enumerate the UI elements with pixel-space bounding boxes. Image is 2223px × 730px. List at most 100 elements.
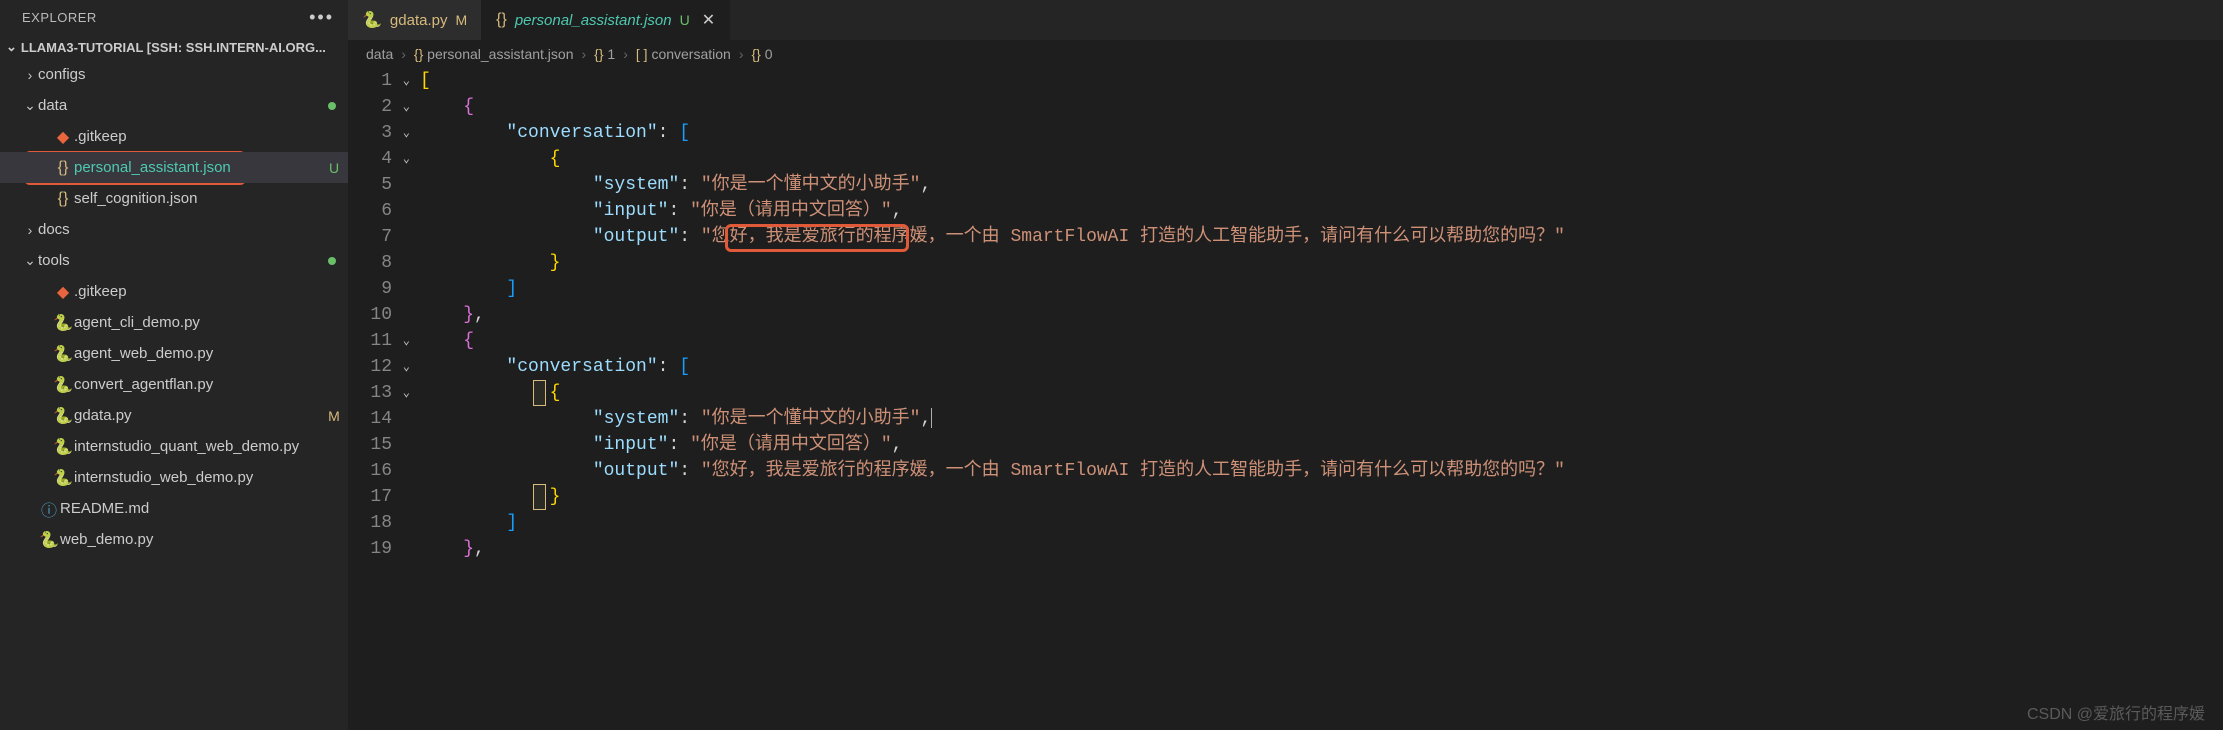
file-tree: ›configs⌄data◆.gitkeep{}personal_assista… — [0, 59, 348, 555]
breadcrumb-item[interactable]: {} 1 — [594, 46, 615, 62]
file-convert_agentflan.py[interactable]: 🐍convert_agentflan.py — [0, 369, 348, 400]
file-label: self_cognition.json — [74, 190, 348, 207]
folder-configs[interactable]: ›configs — [0, 59, 348, 90]
line-number: 15 — [370, 432, 392, 458]
code-line[interactable]: "input": "你是（请用中文回答）", — [420, 198, 2223, 224]
file-self_cognition.json[interactable]: {}self_cognition.json — [0, 183, 348, 214]
file-personal_assistant.json[interactable]: {}personal_assistant.jsonU — [0, 152, 348, 183]
fold-icon[interactable]: ⌄ — [398, 354, 410, 380]
code-line[interactable]: "output": "您好，我是爱旅行的程序媛，一个由 SmartFlowAI … — [420, 458, 2223, 484]
fold-icon[interactable]: ⌄ — [398, 146, 410, 172]
file-web_demo.py[interactable]: 🐍web_demo.py — [0, 524, 348, 555]
breadcrumb-item[interactable]: data — [366, 46, 393, 62]
breadcrumb-item[interactable]: {} personal_assistant.json — [414, 46, 574, 62]
code-line[interactable]: "input": "你是（请用中文回答）", — [420, 432, 2223, 458]
file-label: .gitkeep — [74, 128, 348, 145]
line-number: 1 — [381, 68, 392, 94]
code-editor[interactable]: 1⌄2⌄3⌄4⌄567891011⌄12⌄13⌄141516171819 [ {… — [348, 68, 2223, 730]
fold-icon[interactable]: ⌄ — [398, 328, 410, 354]
tab-personal_assistant.json[interactable]: {}personal_assistant.jsonU✕ — [482, 0, 730, 40]
fold-icon[interactable]: ⌄ — [398, 68, 410, 94]
editor-area: 🐍gdata.pyM{}personal_assistant.jsonU✕ da… — [348, 0, 2223, 730]
line-number: 2 — [381, 94, 392, 120]
file-label: README.md — [60, 500, 348, 517]
code-line[interactable]: [ — [420, 68, 2223, 94]
tab-label: personal_assistant.json — [515, 12, 672, 29]
py-file-icon: 🐍 — [52, 344, 74, 364]
file-internstudio_web_demo.py[interactable]: 🐍internstudio_web_demo.py — [0, 462, 348, 493]
git-file-icon: ◆ — [52, 127, 74, 147]
code-line[interactable]: "system": "你是一个懂中文的小助手", — [420, 406, 2223, 432]
project-header[interactable]: ⌄ LLAMA3-TUTORIAL [SSH: SSH.INTERN-AI.OR… — [0, 35, 348, 59]
file-agent_web_demo.py[interactable]: 🐍agent_web_demo.py — [0, 338, 348, 369]
code-content[interactable]: [ { "conversation": [ { "system": "你是一个懂… — [420, 68, 2223, 730]
code-line[interactable]: ] — [420, 276, 2223, 302]
code-line[interactable]: { — [420, 146, 2223, 172]
breadcrumb-separator-icon: › — [401, 46, 406, 62]
code-line[interactable]: }, — [420, 536, 2223, 562]
file-internstudio_quant_web_demo.py[interactable]: 🐍internstudio_quant_web_demo.py — [0, 431, 348, 462]
code-line[interactable]: ] — [420, 510, 2223, 536]
explorer-more-icon[interactable]: ••• — [309, 7, 334, 28]
code-line[interactable]: "conversation": [ — [420, 354, 2223, 380]
breadcrumb-label: data — [366, 46, 393, 62]
line-number: 5 — [381, 172, 392, 198]
code-line[interactable]: } — [420, 250, 2223, 276]
file-label: convert_agentflan.py — [74, 376, 348, 393]
file-.gitkeep[interactable]: ◆.gitkeep — [0, 276, 348, 307]
file-README.md[interactable]: ⓘREADME.md — [0, 493, 348, 524]
modified-dot-icon — [328, 102, 336, 110]
code-line[interactable]: "conversation": [ — [420, 120, 2223, 146]
breadcrumb-item[interactable]: [ ] conversation — [636, 46, 731, 62]
folder-data[interactable]: ⌄data — [0, 90, 348, 121]
breadcrumb-label: personal_assistant.json — [427, 46, 573, 62]
tab-label: gdata.py — [390, 12, 448, 29]
fold-icon[interactable]: ⌄ — [398, 380, 410, 406]
line-number: 18 — [370, 510, 392, 536]
line-number: 10 — [370, 302, 392, 328]
modified-dot-icon — [328, 257, 336, 265]
folder-tools[interactable]: ⌄tools — [0, 245, 348, 276]
code-line[interactable]: }, — [420, 302, 2223, 328]
code-line[interactable]: { — [420, 328, 2223, 354]
code-line[interactable]: { — [420, 94, 2223, 120]
tab-gdata.py[interactable]: 🐍gdata.pyM — [348, 0, 482, 40]
close-icon[interactable]: ✕ — [702, 10, 715, 30]
code-line[interactable]: "output": "您好，我是爱旅行的程序媛，一个由 SmartFlowAI … — [420, 224, 2223, 250]
breadcrumb-icon: {} — [594, 46, 603, 62]
file-label: internstudio_quant_web_demo.py — [74, 438, 348, 455]
code-line[interactable]: { — [420, 380, 2223, 406]
file-gdata.py[interactable]: 🐍gdata.pyM — [0, 400, 348, 431]
line-number: 7 — [381, 224, 392, 250]
py-file-icon: 🐍 — [52, 437, 74, 457]
line-number: 6 — [381, 198, 392, 224]
folder-label: tools — [38, 252, 328, 269]
file-label: agent_web_demo.py — [74, 345, 348, 362]
line-gutter: 1⌄2⌄3⌄4⌄567891011⌄12⌄13⌄141516171819 — [348, 68, 420, 730]
breadcrumb-icon: {} — [414, 46, 423, 62]
vcs-badge: U — [320, 160, 348, 176]
breadcrumb[interactable]: data›{} personal_assistant.json›{} 1›[ ]… — [348, 40, 2223, 68]
line-number: 3 — [381, 120, 392, 146]
file-label: gdata.py — [74, 407, 320, 424]
file-.gitkeep[interactable]: ◆.gitkeep — [0, 121, 348, 152]
tab-status: M — [455, 12, 467, 28]
fold-icon[interactable]: ⌄ — [398, 120, 410, 146]
file-label: .gitkeep — [74, 283, 348, 300]
code-line[interactable]: } — [420, 484, 2223, 510]
project-name: LLAMA3-TUTORIAL [SSH: SSH.INTERN-AI.ORG.… — [21, 40, 326, 55]
folder-docs[interactable]: ›docs — [0, 214, 348, 245]
breadcrumb-separator-icon: › — [581, 46, 586, 62]
line-number: 16 — [370, 458, 392, 484]
breadcrumb-icon: [ ] — [636, 46, 648, 62]
file-label: web_demo.py — [60, 531, 348, 548]
py-file-icon: 🐍 — [52, 375, 74, 395]
breadcrumb-item[interactable]: {} 0 — [752, 46, 773, 62]
folder-label: docs — [38, 221, 348, 238]
breadcrumb-label: 1 — [607, 46, 615, 62]
code-line[interactable]: "system": "你是一个懂中文的小助手", — [420, 172, 2223, 198]
md-file-icon: ⓘ — [38, 497, 60, 521]
fold-icon[interactable]: ⌄ — [398, 94, 410, 120]
file-agent_cli_demo.py[interactable]: 🐍agent_cli_demo.py — [0, 307, 348, 338]
line-number: 19 — [370, 536, 392, 562]
